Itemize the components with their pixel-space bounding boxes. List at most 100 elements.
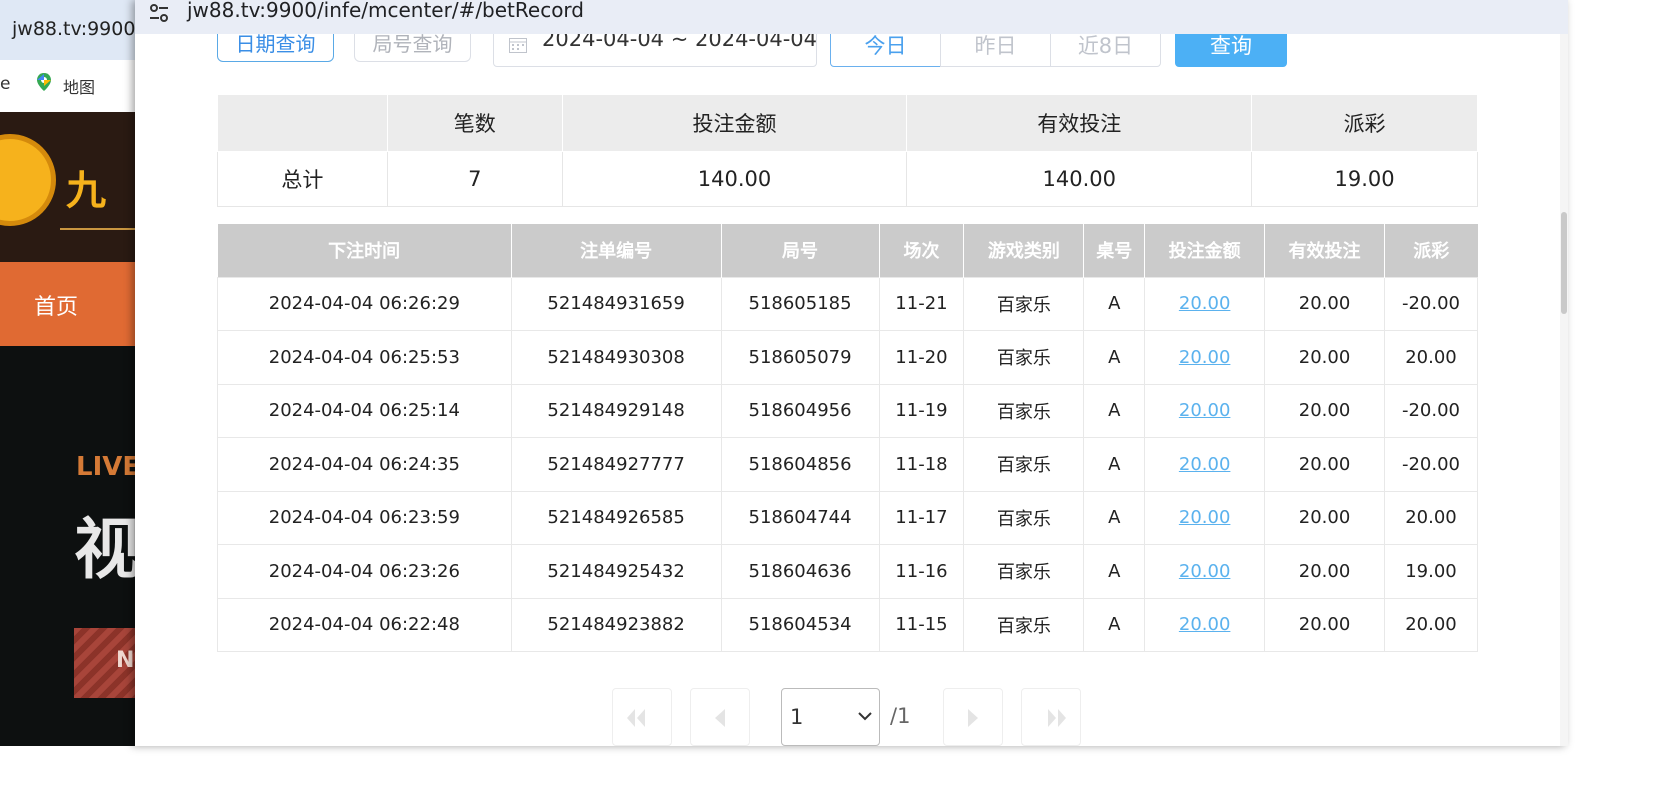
cell-session: 11-19 — [878, 383, 965, 438]
col-header-bet-amount[interactable]: 投注金额 — [1144, 224, 1266, 277]
first-page-button[interactable] — [612, 688, 672, 746]
cell-bet-id: 521484923882 — [510, 597, 722, 652]
calendar-icon — [509, 38, 527, 53]
cell-payout: 20.00 — [1383, 597, 1479, 652]
cell-session: 11-16 — [878, 544, 965, 599]
cell-payout: -20.00 — [1383, 276, 1479, 331]
summary-table: 笔数 投注金额 有效投注 派彩 总计 7 140.00 140.00 19.00 — [217, 95, 1478, 207]
cell-bet-amount: 20.00 — [1144, 490, 1266, 545]
cell-game-type: 百家乐 — [963, 383, 1085, 438]
bet-amount-link[interactable]: 20.00 — [1179, 400, 1231, 421]
map-icon[interactable] — [34, 72, 54, 92]
cell-bet-id: 521484927777 — [510, 437, 722, 492]
prev-page-button[interactable] — [690, 688, 750, 746]
cell-bet-time: 2024-04-04 06:25:53 — [217, 330, 512, 385]
summary-header-row: 笔数 投注金额 有效投注 派彩 — [217, 95, 1478, 152]
table-row: 2024-04-04 06:22:48 521484923882 518604534… — [217, 597, 1479, 652]
cell-table-no: A — [1083, 490, 1146, 545]
col-header-payout[interactable]: 派彩 — [1384, 224, 1478, 277]
bookmark-partial-label[interactable]: e — [0, 74, 10, 94]
cell-round-id: 518605079 — [720, 330, 880, 385]
background-tab-title[interactable]: jw88.tv:9900/ — [12, 18, 142, 40]
summary-bet-amount-value: 140.00 — [561, 150, 908, 207]
records-header-row: 下注时间 注单编号 局号 场次 游戏类别 桌号 投注金额 有效投注 派彩 — [217, 224, 1478, 277]
scrollbar-thumb[interactable] — [1561, 212, 1567, 314]
hero-live-text: LIVE — [76, 452, 141, 482]
scrollbar[interactable] — [1560, 34, 1568, 746]
summary-payout-value: 19.00 — [1251, 150, 1478, 207]
col-header-session[interactable]: 场次 — [879, 224, 965, 277]
cell-game-type: 百家乐 — [963, 490, 1085, 545]
cell-valid-bet: 20.00 — [1264, 597, 1385, 652]
cell-game-type: 百家乐 — [963, 330, 1085, 385]
cell-round-id: 518604534 — [720, 597, 880, 652]
cell-bet-id: 521484925432 — [510, 544, 722, 599]
cell-bet-time: 2024-04-04 06:23:59 — [217, 490, 512, 545]
summary-header-bet-amount: 投注金额 — [561, 95, 908, 152]
cell-valid-bet: 20.00 — [1264, 490, 1385, 545]
cell-table-no: A — [1083, 276, 1146, 331]
cell-bet-amount: 20.00 — [1144, 437, 1266, 492]
table-row: 2024-04-04 06:23:26 521484925432 518604636… — [217, 544, 1479, 599]
cell-bet-id: 521484931659 — [510, 276, 722, 331]
hero-title-text: 视 — [74, 511, 140, 588]
summary-total-row: 总计 7 140.00 140.00 19.00 — [217, 150, 1478, 207]
cell-bet-amount: 20.00 — [1144, 383, 1266, 438]
cell-valid-bet: 20.00 — [1264, 383, 1385, 438]
col-header-game-type[interactable]: 游戏类别 — [963, 224, 1085, 277]
cell-round-id: 518604744 — [720, 490, 880, 545]
cell-game-type: 百家乐 — [963, 437, 1085, 492]
chevron-left-icon — [715, 709, 725, 727]
site-settings-icon[interactable] — [147, 1, 171, 25]
cell-table-no: A — [1083, 383, 1146, 438]
summary-count-value: 7 — [386, 150, 563, 207]
bet-amount-link[interactable]: 20.00 — [1179, 507, 1231, 528]
cell-valid-bet: 20.00 — [1264, 276, 1385, 331]
nav-home-link[interactable]: 首页 — [34, 289, 78, 321]
summary-header-valid-bet: 有效投注 — [906, 95, 1253, 152]
summary-valid-bet-value: 140.00 — [906, 150, 1253, 207]
bet-amount-link[interactable]: 20.00 — [1179, 454, 1231, 475]
col-header-bet-time[interactable]: 下注时间 — [217, 224, 512, 277]
table-row: 2024-04-04 06:23:59 521484926585 518604744… — [217, 490, 1479, 545]
col-header-valid-bet[interactable]: 有效投注 — [1264, 224, 1385, 277]
col-header-round-id[interactable]: 局号 — [721, 224, 880, 277]
bookmark-map-label[interactable]: 地图 — [63, 74, 95, 98]
cell-valid-bet: 20.00 — [1264, 437, 1385, 492]
cell-round-id: 518604636 — [720, 544, 880, 599]
bet-amount-link[interactable]: 20.00 — [1179, 293, 1231, 314]
page-select[interactable]: 1 — [781, 688, 880, 746]
chevron-right-icon — [968, 709, 978, 727]
cell-table-no: A — [1083, 544, 1146, 599]
bet-amount-link[interactable]: 20.00 — [1179, 347, 1231, 368]
cell-session: 11-17 — [878, 490, 965, 545]
cell-payout: -20.00 — [1383, 383, 1479, 438]
cell-session: 11-20 — [878, 330, 965, 385]
chevron-down-icon — [858, 712, 872, 721]
last-page-button[interactable] — [1021, 688, 1081, 746]
col-header-table-no[interactable]: 桌号 — [1083, 224, 1146, 277]
site-logo-icon — [0, 134, 56, 226]
summary-total-label: 总计 — [217, 150, 388, 207]
cell-session: 11-21 — [878, 276, 965, 331]
summary-header-payout: 派彩 — [1251, 95, 1478, 152]
cell-valid-bet: 20.00 — [1264, 330, 1385, 385]
bet-records-table: 下注时间 注单编号 局号 场次 游戏类别 桌号 投注金额 有效投注 派彩 202… — [217, 224, 1479, 652]
cell-bet-time: 2024-04-04 06:24:35 — [217, 437, 512, 492]
address-url[interactable]: jw88.tv:9900/infe/mcenter/#/betRecord — [187, 0, 584, 22]
bet-amount-link[interactable]: 20.00 — [1179, 614, 1231, 635]
cell-table-no: A — [1083, 597, 1146, 652]
cell-game-type: 百家乐 — [963, 597, 1085, 652]
hero-card-text: N — [116, 648, 135, 673]
table-row: 2024-04-04 06:25:14 521484929148 518604956… — [217, 383, 1479, 438]
cell-session: 11-15 — [878, 597, 965, 652]
cell-bet-amount: 20.00 — [1144, 330, 1266, 385]
next-page-button[interactable] — [943, 688, 1003, 746]
col-header-bet-id[interactable]: 注单编号 — [511, 224, 722, 277]
table-row: 2024-04-04 06:24:35 521484927777 518604856… — [217, 437, 1479, 492]
cell-round-id: 518605185 — [720, 276, 880, 331]
page-select-value: 1 — [790, 705, 804, 729]
cell-session: 11-18 — [878, 437, 965, 492]
cell-bet-time: 2024-04-04 06:22:48 — [217, 597, 512, 652]
bet-amount-link[interactable]: 20.00 — [1179, 561, 1231, 582]
